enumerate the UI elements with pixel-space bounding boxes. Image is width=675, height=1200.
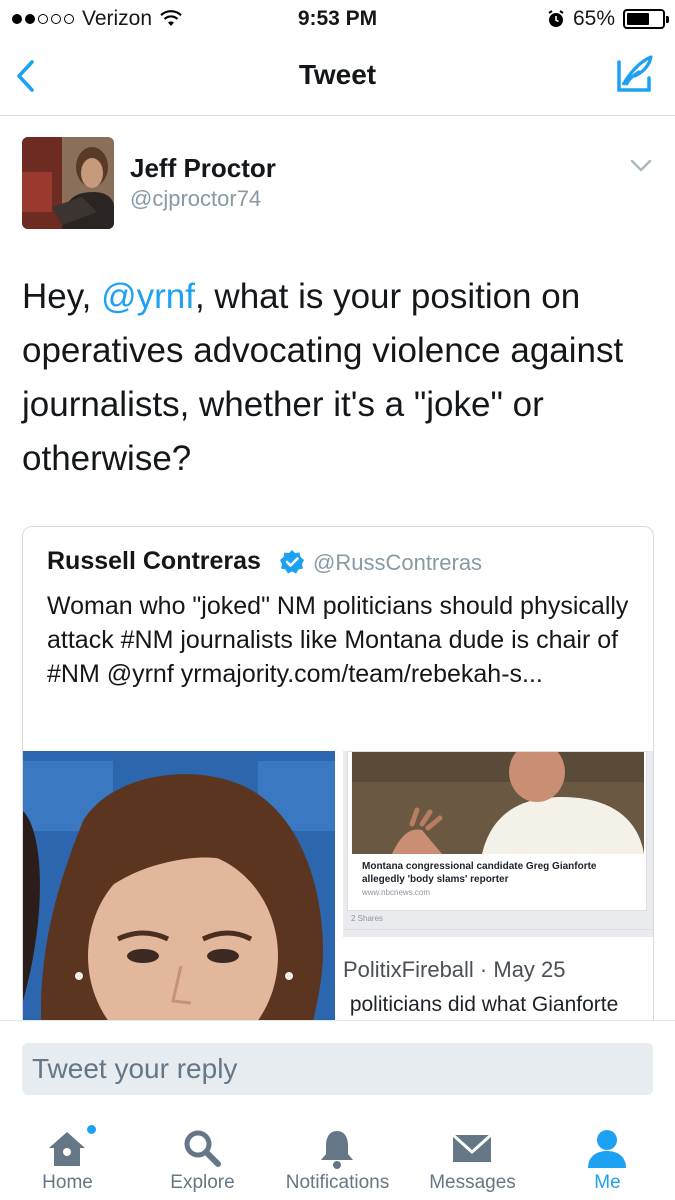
- quoted-tweet-text: Woman who "joked" NM politicians should …: [47, 592, 629, 688]
- screenshot-post-text: ) politicians did what Gianforte: [343, 993, 619, 1016]
- news-headline: Montana congressional candidate Greg Gia…: [362, 861, 597, 885]
- status-right: 65%: [547, 7, 669, 31]
- shares-count: 2 Shares: [351, 914, 384, 923]
- news-link-card: Montana congressional candidate Greg Gia…: [347, 751, 647, 911]
- author-avatar[interactable]: [22, 137, 114, 229]
- envelope-icon: [451, 1133, 493, 1162]
- tab-bar: Home Explore Notifications Messages Me: [0, 1110, 675, 1200]
- news-image: [352, 752, 644, 854]
- news-photo: [352, 752, 644, 854]
- tab-home[interactable]: Home: [0, 1110, 135, 1200]
- tweet-text: Hey, @yrnf, what is your position on ope…: [22, 270, 652, 486]
- person-icon: [588, 1130, 626, 1168]
- quoted-tweet-card[interactable]: Russell Contreras @RussContreras Woman w…: [22, 526, 654, 1046]
- screenshot-post-author: PolitixFireball · May 25: [343, 957, 566, 982]
- avatar-image: [22, 137, 114, 229]
- mention-link[interactable]: @yrnf: [101, 277, 195, 316]
- compose-tweet-icon[interactable]: [613, 52, 657, 96]
- status-bar: Verizon 9:53 PM 65%: [0, 0, 675, 38]
- home-icon: [49, 1132, 85, 1166]
- tab-label-home: Home: [42, 1172, 93, 1193]
- chevron-down-icon[interactable]: [629, 158, 653, 174]
- page-title: Tweet: [298, 59, 377, 90]
- author-handle[interactable]: @cjproctor74: [130, 186, 261, 212]
- quoted-photo-portrait[interactable]: [23, 751, 335, 1045]
- screenshot-divider: [343, 929, 653, 937]
- search-icon: [184, 1130, 221, 1167]
- battery-percent: 65%: [572, 7, 615, 30]
- tab-explore[interactable]: Explore: [135, 1110, 270, 1200]
- quoted-author-name: Russell Contreras: [47, 547, 261, 575]
- news-source: www.nbcnews.com: [362, 888, 431, 897]
- alarm-icon: [548, 10, 564, 27]
- author-name[interactable]: Jeff Proctor: [130, 153, 276, 184]
- tab-messages[interactable]: Messages: [405, 1110, 540, 1200]
- bell-icon: [321, 1131, 353, 1169]
- home-notification-dot: [86, 1124, 97, 1135]
- portrait-image: [23, 751, 335, 1045]
- tab-label-explore: Explore: [170, 1172, 235, 1193]
- tweet-text-start: Hey,: [22, 277, 102, 316]
- quoted-photo-screenshot[interactable]: Montana congressional candidate Greg Gia…: [343, 751, 653, 1045]
- tab-me[interactable]: Me: [540, 1110, 675, 1200]
- reply-bar: [0, 1020, 675, 1110]
- battery-fill: [627, 13, 650, 25]
- tab-label-me: Me: [594, 1172, 621, 1193]
- tab-label-notifications: Notifications: [285, 1172, 390, 1193]
- battery-icon: [623, 9, 669, 29]
- reply-input[interactable]: [22, 1043, 653, 1095]
- verified-badge-icon: [280, 550, 304, 574]
- navigation-bar: Tweet: [0, 38, 675, 116]
- tab-label-messages: Messages: [429, 1172, 516, 1193]
- tab-notifications[interactable]: Notifications: [270, 1110, 405, 1200]
- quoted-author-handle: @RussContreras: [313, 550, 483, 575]
